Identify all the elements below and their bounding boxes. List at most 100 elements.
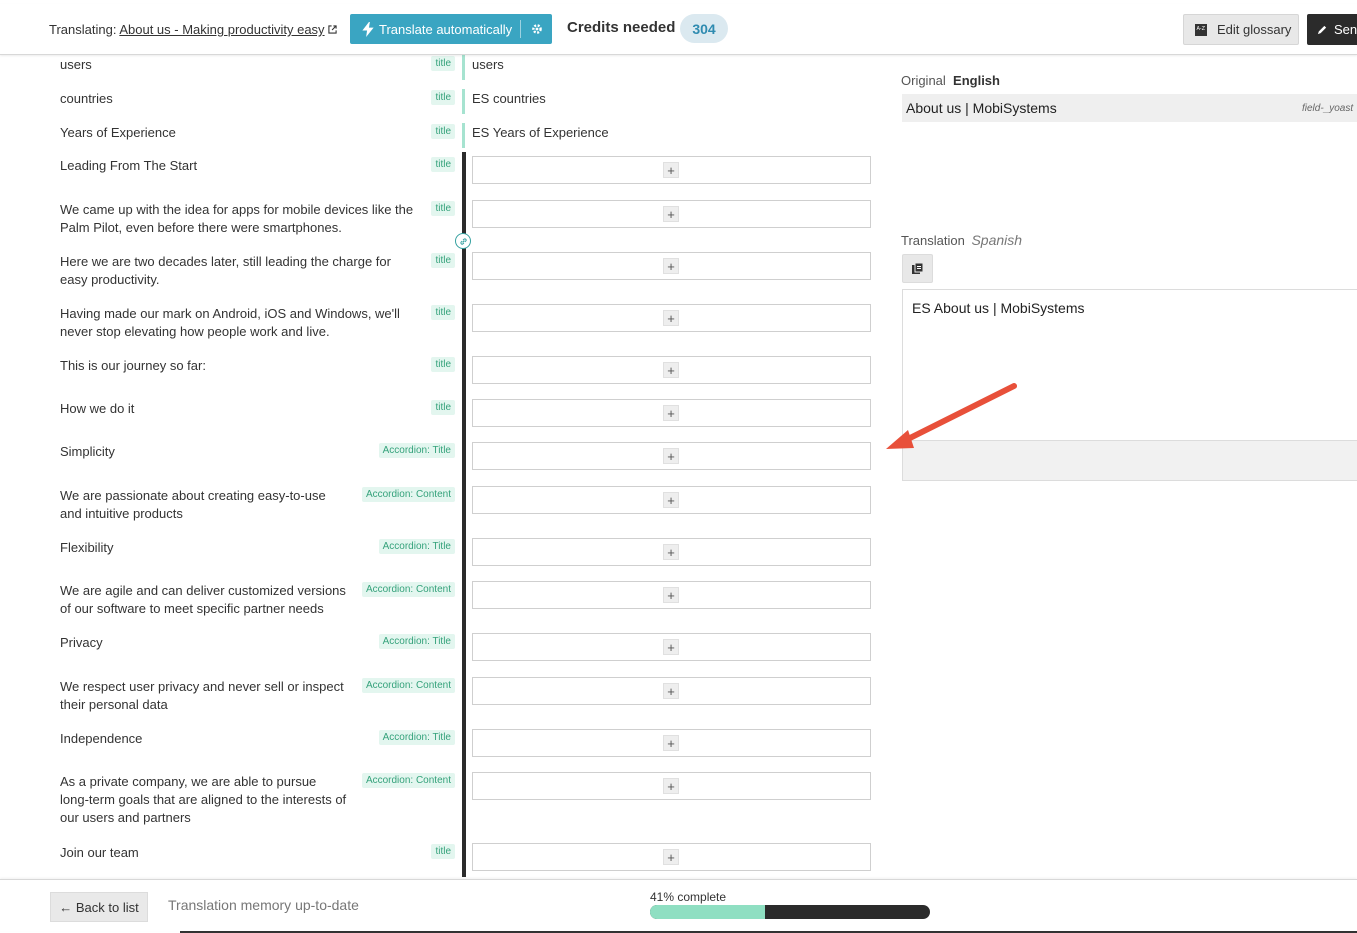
auto-translate-settings-button[interactable] (521, 14, 552, 44)
source-cell: Join our team title (60, 844, 455, 862)
source-cell: How we do it title (60, 400, 455, 418)
target-input[interactable]: + (472, 581, 871, 609)
plus-icon[interactable]: + (663, 778, 679, 794)
target-input[interactable]: + (472, 200, 871, 228)
gear-icon (531, 24, 542, 34)
target-input[interactable]: + (472, 399, 871, 427)
translation-label-group: Translation Spanish (901, 232, 1022, 248)
target-text[interactable]: ES Years of Experience (472, 124, 609, 142)
plus-icon[interactable]: + (663, 405, 679, 421)
translation-row[interactable]: Independence Accordion: Title + (0, 725, 880, 771)
translation-row[interactable]: Simplicity Accordion: Title + (0, 438, 880, 486)
translation-row[interactable]: Leading From The Start title + (0, 152, 880, 200)
progress-fill (650, 905, 765, 919)
source-cell: countries title (60, 90, 455, 108)
row-status-bar (462, 55, 465, 80)
target-input[interactable]: + (472, 156, 871, 184)
target-text[interactable]: ES countries (472, 90, 546, 108)
target-input[interactable]: + (472, 304, 871, 332)
target-input[interactable]: + (472, 356, 871, 384)
translation-row[interactable]: Here we are two decades later, still lea… (0, 248, 880, 304)
plus-icon[interactable]: + (663, 310, 679, 326)
plus-icon[interactable]: + (663, 206, 679, 222)
send-button[interactable]: Send (1307, 14, 1357, 45)
field-type-tag: title (431, 157, 455, 172)
target-input[interactable]: + (472, 772, 871, 800)
source-text: Years of Experience (60, 125, 176, 140)
target-input[interactable]: + (472, 538, 871, 566)
field-type-tag: title (431, 90, 455, 105)
translate-automatically-main[interactable]: Translate automatically (350, 14, 520, 44)
top-bar: Translating: About us - Making productiv… (0, 4, 1357, 55)
translate-automatically-button[interactable]: Translate automatically (350, 14, 552, 44)
translation-row[interactable]: Years of Experience title ES Years of Expe… (0, 123, 880, 148)
side-panel: Original English About us | MobiSystems … (901, 55, 1357, 880)
link-icon[interactable] (455, 233, 471, 249)
translation-row[interactable]: We respect user privacy and never sell o… (0, 673, 880, 729)
translation-row[interactable]: As a private company, we are able to pur… (0, 768, 880, 841)
edit-glossary-button[interactable]: A-Z Edit glossary (1183, 14, 1299, 45)
plus-icon[interactable]: + (663, 448, 679, 464)
row-status-bar (462, 300, 466, 356)
translation-row[interactable]: Join our team title + (0, 839, 880, 877)
plus-icon[interactable]: + (663, 735, 679, 751)
plus-icon[interactable]: + (663, 849, 679, 865)
row-status-bar (462, 673, 466, 729)
source-cell: We are passionate about creating easy-to… (60, 487, 455, 523)
translation-row[interactable]: users title users (0, 55, 880, 80)
translation-row[interactable]: This is our journey so far: title + (0, 352, 880, 398)
translation-row[interactable]: Having made our mark on Android, iOS and… (0, 300, 880, 356)
target-input[interactable]: + (472, 633, 871, 661)
translation-row[interactable]: We came up with the idea for apps for mo… (0, 196, 880, 252)
source-cell: Flexibility Accordion: Title (60, 539, 455, 557)
plus-icon[interactable]: + (663, 683, 679, 699)
translation-row[interactable]: How we do it title + (0, 395, 880, 441)
target-input[interactable]: + (472, 843, 871, 871)
plus-icon[interactable]: + (663, 362, 679, 378)
source-cell: Simplicity Accordion: Title (60, 443, 455, 461)
lightning-icon (362, 21, 374, 37)
target-input[interactable]: + (472, 677, 871, 705)
plus-icon[interactable]: + (663, 544, 679, 560)
plus-icon[interactable]: + (663, 639, 679, 655)
edit-glossary-label: Edit glossary (1217, 22, 1292, 37)
field-type-tag: title (431, 253, 455, 268)
field-type-tag: Accordion: Content (361, 487, 455, 502)
source-cell: Independence Accordion: Title (60, 730, 455, 748)
plus-icon[interactable]: + (663, 258, 679, 274)
page-link[interactable]: About us - Making productivity easy (119, 22, 324, 37)
target-input[interactable]: + (472, 442, 871, 470)
field-type-tag: Accordion: Title (378, 443, 455, 458)
field-type-tag: title (431, 400, 455, 415)
original-label: Original (901, 73, 946, 88)
translation-row[interactable]: Privacy Accordion: Title + (0, 629, 880, 675)
source-cell: We are agile and can deliver customized … (60, 582, 455, 618)
translation-text[interactable]: ES About us | MobiSystems (912, 300, 1085, 316)
translation-row[interactable]: We are passionate about creating easy-to… (0, 482, 880, 538)
translation-row[interactable]: Flexibility Accordion: Title + (0, 534, 880, 580)
translation-row[interactable]: We are agile and can deliver customized … (0, 577, 880, 633)
glossary-icon: A-Z (1195, 23, 1207, 36)
source-text: users (60, 57, 92, 72)
plus-icon[interactable]: + (663, 587, 679, 603)
copy-original-button[interactable] (902, 254, 933, 283)
row-status-bar (462, 123, 465, 148)
field-type-tag: Accordion: Content (361, 582, 455, 597)
field-type-tag: Accordion: Title (378, 730, 455, 745)
source-text: We came up with the idea for apps for mo… (60, 202, 414, 235)
translate-automatically-label: Translate automatically (379, 21, 513, 37)
target-input[interactable]: + (472, 252, 871, 280)
row-status-bar (462, 152, 466, 200)
external-link-icon[interactable] (327, 25, 337, 34)
plus-icon[interactable]: + (663, 492, 679, 508)
plus-icon[interactable]: + (663, 162, 679, 178)
row-status-bar (462, 248, 466, 304)
translation-row[interactable]: countries title ES countries (0, 89, 880, 114)
source-text: Having made our mark on Android, iOS and… (60, 306, 400, 339)
row-status-bar (462, 577, 466, 633)
target-input[interactable]: + (472, 486, 871, 514)
back-to-list-button[interactable]: ← Back to list (50, 892, 148, 922)
field-type-tag: title (431, 124, 455, 139)
target-input[interactable]: + (472, 729, 871, 757)
target-text[interactable]: users (472, 56, 504, 74)
